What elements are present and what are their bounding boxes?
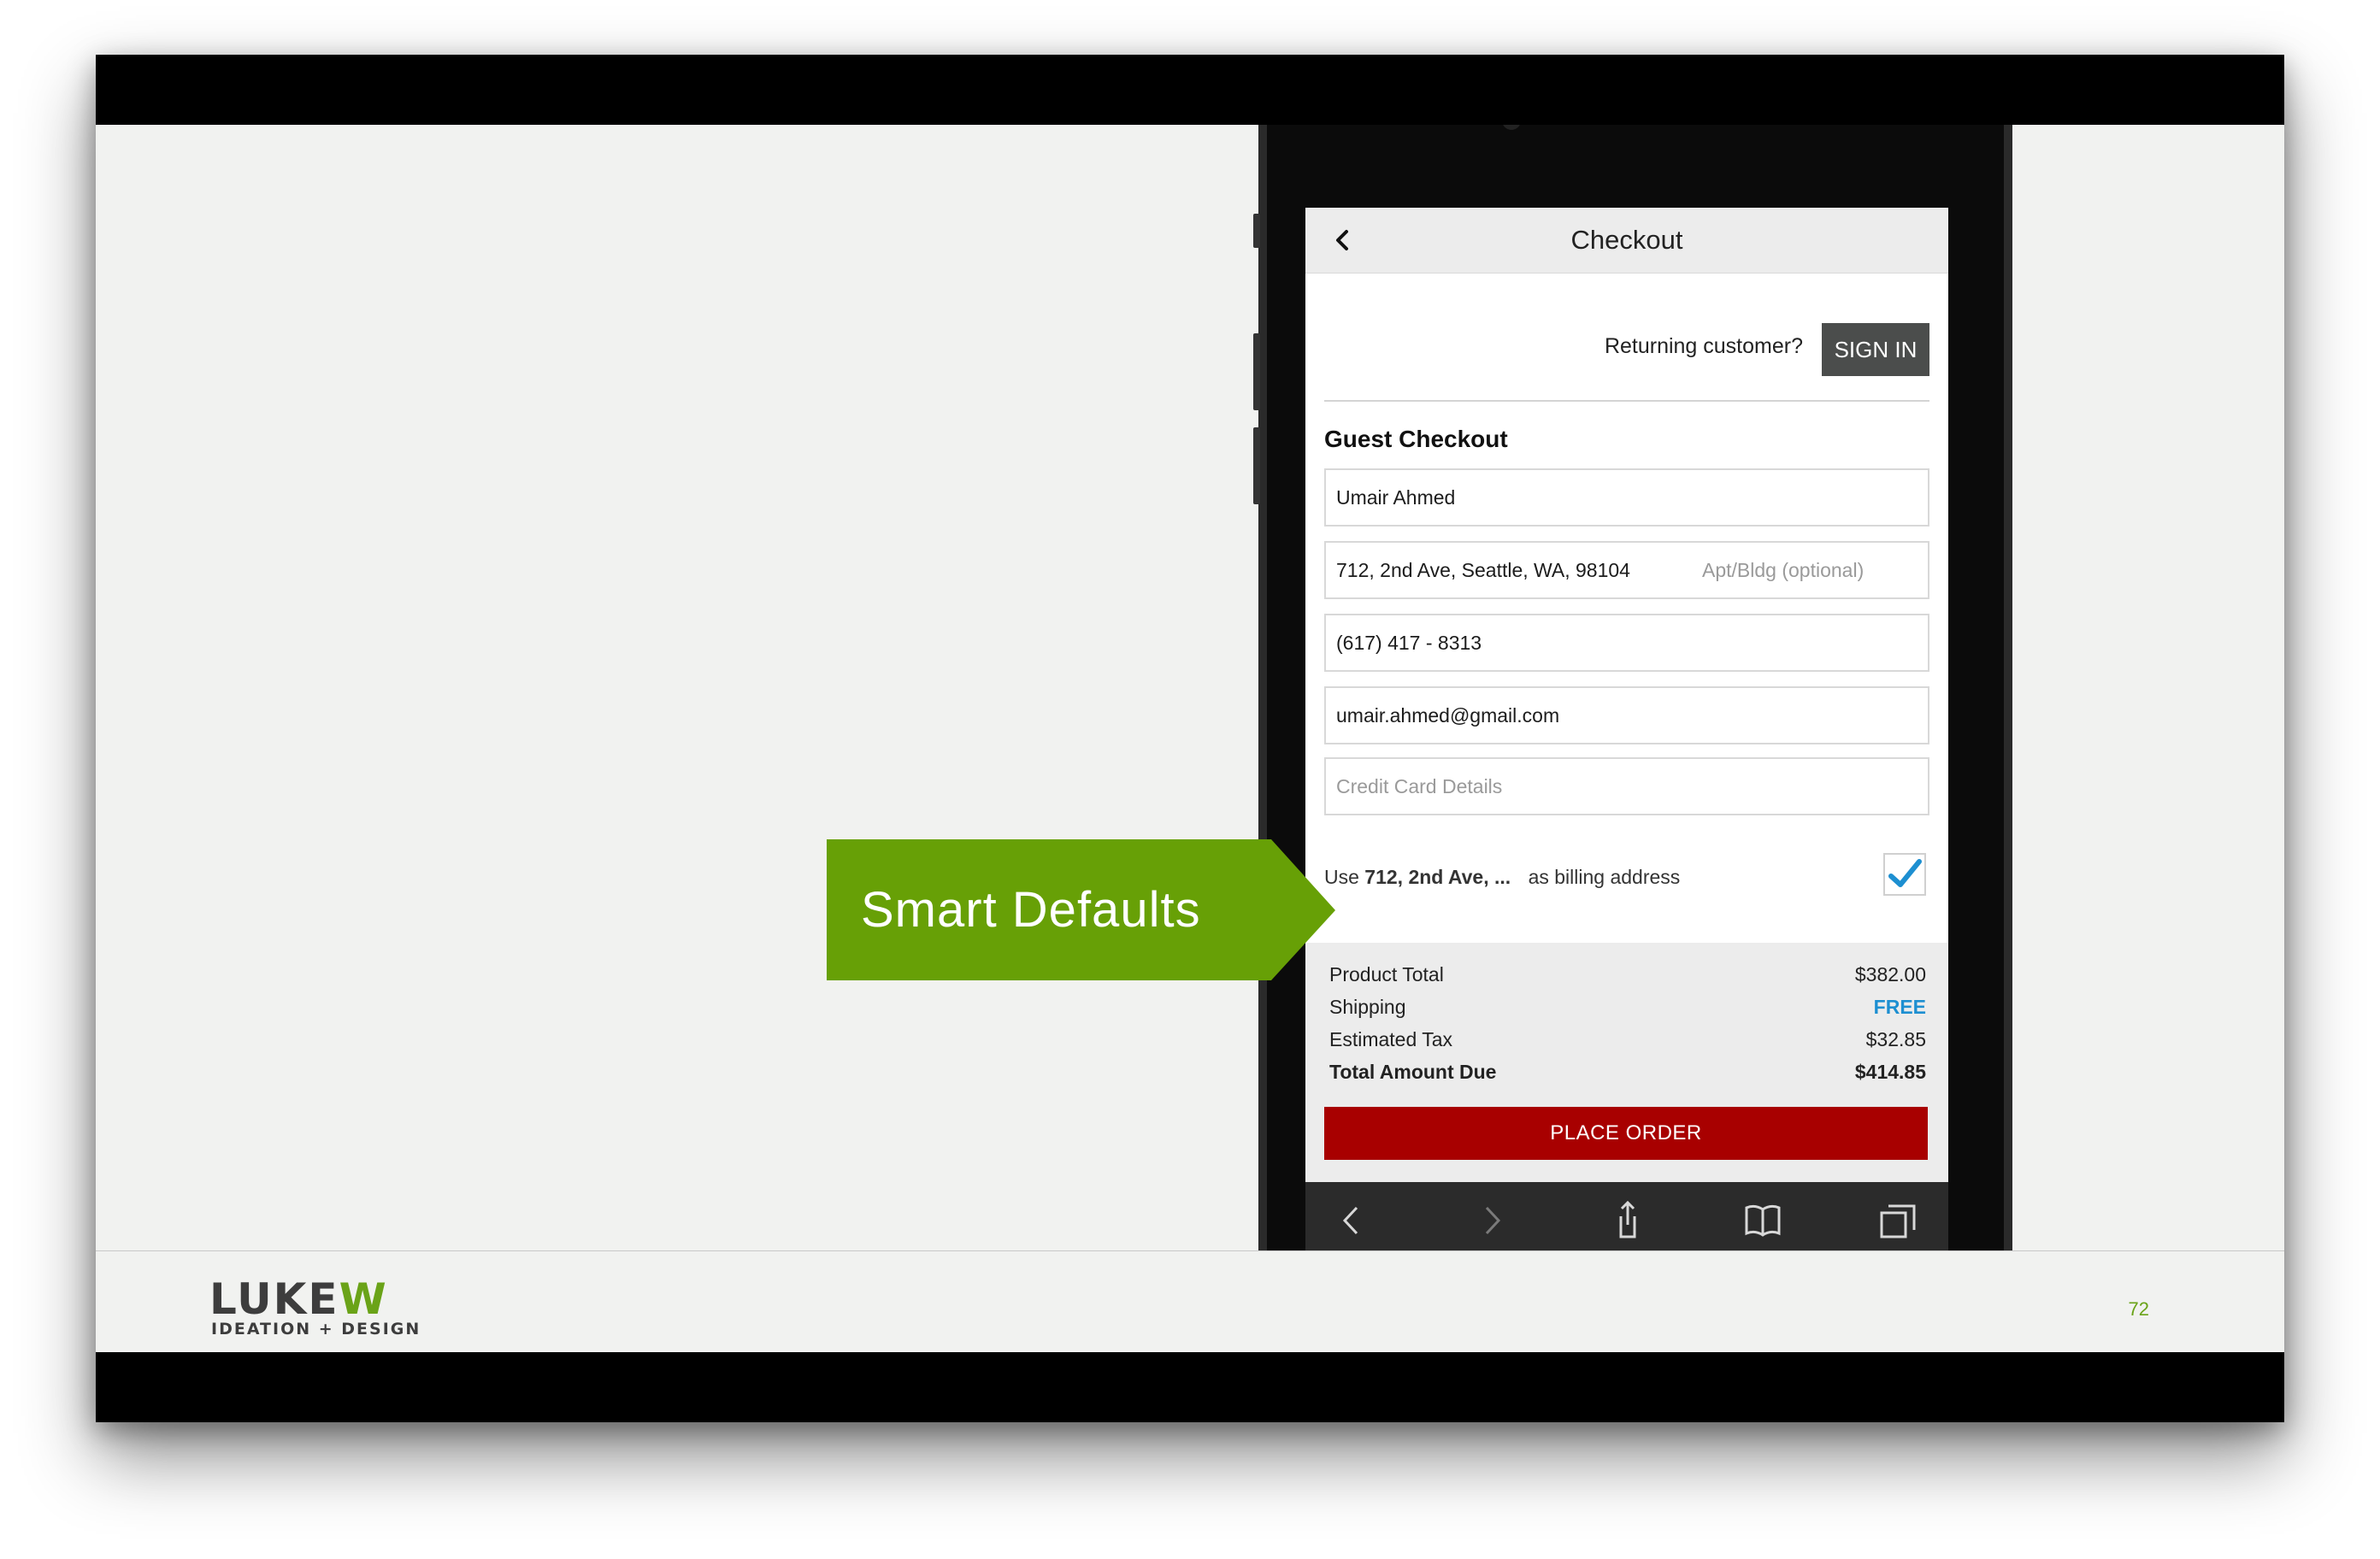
address-field[interactable]: 712, 2nd Ave, Seattle, WA, 98104 Apt/Bld… [1324, 541, 1929, 599]
product-total-row: Product Total $382.00 [1329, 963, 1926, 986]
phone-camera [1502, 125, 1521, 130]
product-total-label: Product Total [1329, 963, 1444, 985]
shipping-label: Shipping [1329, 996, 1406, 1018]
smart-defaults-callout: Smart Defaults [827, 839, 1271, 980]
billing-address: 712, 2nd Ave, ... [1364, 866, 1511, 888]
total-row: Total Amount Due $414.85 [1329, 1061, 1926, 1084]
forward-arrow-icon[interactable] [1468, 1197, 1514, 1244]
logo-tagline: IDEATION + DESIGN [211, 1320, 421, 1338]
phone-volume-down-button [1253, 427, 1260, 504]
billing-address-label: Use 712, 2nd Ave, ... as billing address [1324, 866, 1680, 889]
total-value: $414.85 [1854, 1061, 1926, 1083]
page-title: Checkout [1570, 225, 1683, 255]
credit-card-field[interactable]: Credit Card Details [1324, 757, 1929, 815]
tabs-icon[interactable] [1875, 1197, 1921, 1244]
checkmark-icon [1888, 859, 1922, 887]
back-arrow-icon[interactable] [1329, 1197, 1376, 1244]
checkout-screen: Checkout Returning customer? SIGN IN Gue… [1305, 208, 1948, 1352]
shipping-value: FREE [1873, 996, 1926, 1018]
phone-field[interactable]: (617) 417 - 8313 [1324, 614, 1929, 672]
email-field[interactable]: umair.ahmed@gmail.com [1324, 686, 1929, 744]
name-field[interactable]: Umair Ahmed [1324, 468, 1929, 527]
total-label: Total Amount Due [1329, 1061, 1497, 1083]
phone-value: (617) 417 - 8313 [1336, 632, 1482, 654]
browser-toolbar [1305, 1182, 1948, 1259]
apt-placeholder[interactable]: Apt/Bldg (optional) [1702, 543, 1864, 597]
logo-wordmark: LUKEW [209, 1274, 388, 1324]
shipping-row: Shipping FREE [1329, 996, 1926, 1019]
sign-in-button[interactable]: SIGN IN [1822, 323, 1929, 376]
divider [1324, 400, 1929, 402]
callout-arrow [1271, 839, 1335, 980]
section-title: Guest Checkout [1324, 426, 1508, 452]
name-value: Umair Ahmed [1336, 486, 1456, 509]
email-value: umair.ahmed@gmail.com [1336, 704, 1560, 727]
address-value: 712, 2nd Ave, Seattle, WA, 98104 [1336, 559, 1630, 581]
billing-checkbox[interactable] [1883, 853, 1926, 896]
billing-suffix: as billing address [1528, 866, 1681, 888]
tax-label: Estimated Tax [1329, 1028, 1453, 1050]
share-icon[interactable] [1605, 1197, 1651, 1244]
chevron-left-icon[interactable] [1329, 225, 1355, 256]
phone-volume-up-button [1253, 333, 1260, 410]
slide: Checkout Returning customer? SIGN IN Gue… [96, 125, 2284, 1352]
nav-bar: Checkout [1305, 208, 1948, 274]
slide-footer: LUKEW IDEATION + DESIGN 72 [96, 1250, 2284, 1352]
tax-value: $32.85 [1865, 1028, 1926, 1050]
credit-card-placeholder: Credit Card Details [1336, 775, 1503, 797]
product-total-value: $382.00 [1854, 963, 1926, 985]
place-order-button[interactable]: PLACE ORDER [1324, 1107, 1928, 1160]
order-summary: Product Total $382.00 Shipping FREE Esti… [1305, 943, 1948, 1199]
page-number: 72 [2128, 1298, 2149, 1320]
presentation-window: Checkout Returning customer? SIGN IN Gue… [96, 55, 2284, 1422]
tax-row: Estimated Tax $32.85 [1329, 1028, 1926, 1051]
returning-customer-label: Returning customer? [1604, 334, 1803, 358]
lukew-logo: LUKEW IDEATION + DESIGN [209, 1274, 423, 1338]
bookmarks-icon[interactable] [1740, 1197, 1786, 1244]
callout-text: Smart Defaults [861, 882, 1201, 938]
phone-mockup: Checkout Returning customer? SIGN IN Gue… [1253, 125, 2012, 1352]
phone-side-button [1253, 214, 1260, 248]
